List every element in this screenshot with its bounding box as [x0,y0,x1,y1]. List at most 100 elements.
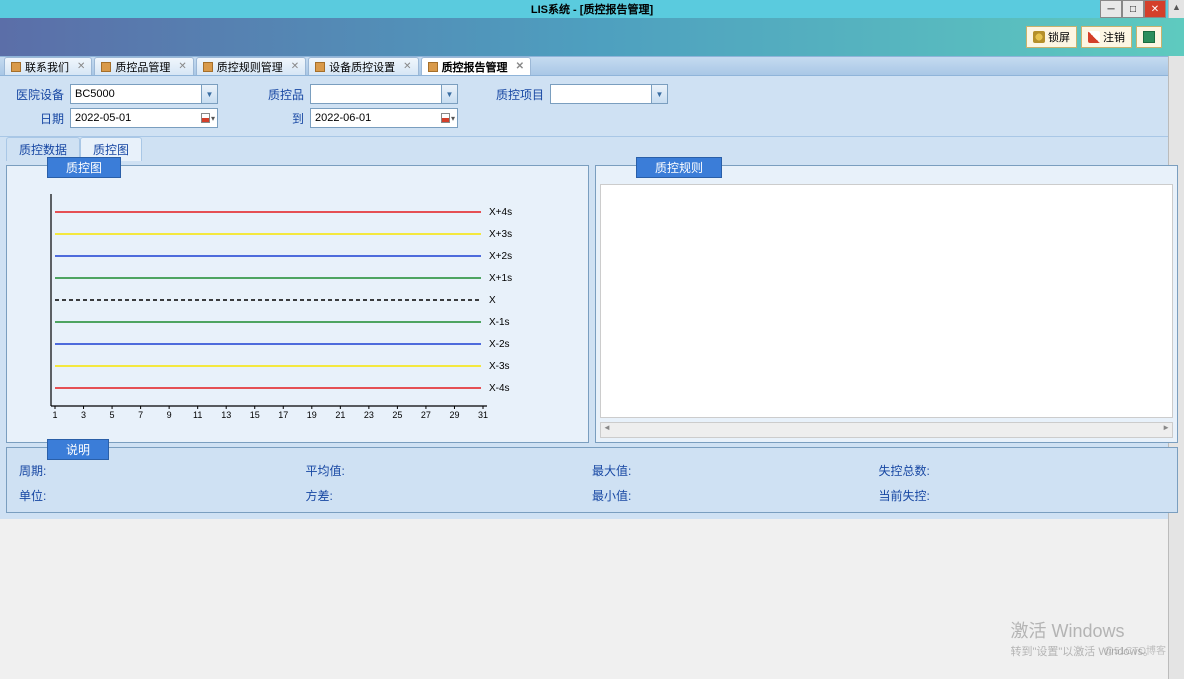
logout-label: 注销 [1103,29,1125,45]
logout-icon [1088,31,1100,43]
close-icon[interactable]: ✕ [178,61,186,72]
svg-text:31: 31 [478,410,488,420]
svg-text:X-3s: X-3s [489,361,510,372]
date-to-value: 2022-06-01 [315,112,371,124]
close-icon[interactable]: ✕ [77,61,85,72]
tab-label: 质控报告管理 [442,59,508,75]
summary-mean: 平均值: [306,462,593,479]
svg-text:21: 21 [335,410,345,420]
device-dropdown[interactable]: BC5000 ▼ [70,84,218,104]
subtabs: 质控数据 质控图 [0,137,1184,161]
svg-text:27: 27 [421,410,431,420]
svg-text:3: 3 [81,410,86,420]
close-button[interactable]: ✕ [1144,0,1166,18]
svg-text:29: 29 [449,410,459,420]
svg-text:13: 13 [221,410,231,420]
close-icon[interactable]: ✕ [291,61,299,72]
svg-text:25: 25 [392,410,402,420]
summary-min: 最小值: [592,487,879,504]
summary-max: 最大值: [592,462,879,479]
doc-icon [11,62,21,72]
chevron-down-icon[interactable]: ▼ [441,85,457,103]
svg-text:11: 11 [193,410,202,420]
calendar-icon[interactable]: ▾ [441,111,455,125]
chart-panel-title: 质控图 [47,157,121,178]
svg-text:1: 1 [52,410,57,420]
svg-text:17: 17 [278,410,288,420]
item-dropdown[interactable]: ▼ [550,84,668,104]
summary-unit: 单位: [19,487,306,504]
svg-text:X+2s: X+2s [489,251,512,262]
svg-text:7: 7 [138,410,143,420]
main-area: 质控图 X+4sX+3sX+2sX+1sXX-1sX-2sX-3sX-4s135… [0,161,1184,447]
doc-icon [315,62,325,72]
svg-text:X+3s: X+3s [489,229,512,240]
summary-panel: 说明 周期: 平均值: 最大值: 失控总数: 单位: 方差: 最小值: 当前失控… [6,447,1178,513]
chevron-down-icon[interactable]: ▼ [201,85,217,103]
device-label: 医院设备 [10,86,64,103]
date-label: 日期 [10,110,64,127]
window-title: LIS系统 - [质控报告管理] [531,1,653,17]
chart-panel: 质控图 X+4sX+3sX+2sX+1sXX-1sX-2sX-3sX-4s135… [6,165,589,443]
svg-text:X: X [489,295,496,306]
rules-list [600,184,1173,418]
svg-text:15: 15 [250,410,260,420]
svg-text:X+1s: X+1s [489,273,512,284]
tool-button[interactable] [1136,26,1162,48]
rules-panel: 质控规则 [595,165,1178,443]
minimize-button[interactable]: ─ [1100,0,1122,18]
logout-button[interactable]: 注销 [1081,26,1132,48]
svg-text:X-4s: X-4s [489,383,510,394]
tab-label: 质控规则管理 [217,59,283,75]
svg-text:X-1s: X-1s [489,317,510,328]
date-to-input[interactable]: 2022-06-01 ▾ [310,108,458,128]
summary-title: 说明 [47,439,109,460]
item-label: 质控项目 [490,86,544,103]
svg-text:9: 9 [167,410,172,420]
corner-credit: @51CTO博客 [1104,642,1166,657]
filter-form: 医院设备 BC5000 ▼ 质控品 ▼ 质控项目 ▼ 日期 2022-05-01… [0,76,1184,137]
doc-icon [428,62,438,72]
tab-qc-report[interactable]: 质控报告管理 ✕ [421,57,531,75]
tab-qc-rule[interactable]: 质控规则管理 ✕ [196,57,306,75]
lock-button[interactable]: 锁屏 [1026,26,1077,48]
tab-device-qc[interactable]: 设备质控设置 ✕ [308,57,418,75]
date-from-input[interactable]: 2022-05-01 ▾ [70,108,218,128]
summary-wrap: 说明 周期: 平均值: 最大值: 失控总数: 单位: 方差: 最小值: 当前失控… [0,447,1184,519]
chevron-down-icon[interactable]: ▼ [651,85,667,103]
maximize-button[interactable]: □ [1122,0,1144,18]
svg-text:19: 19 [307,410,317,420]
summary-fail-total: 失控总数: [879,462,1166,479]
document-tabs: 联系我们 ✕ 质控品管理 ✕ 质控规则管理 ✕ 设备质控设置 ✕ 质控报告管理 … [0,56,1184,76]
close-icon[interactable]: ✕ [403,61,411,72]
calendar-icon[interactable]: ▾ [201,111,215,125]
summary-variance: 方差: [306,487,593,504]
ribbon-toolbar: 锁屏 注销 [0,18,1184,56]
doc-icon [101,62,111,72]
tab-label: 联系我们 [25,59,69,75]
window-controls: ─ □ ✕ [1100,0,1166,18]
date-from-value: 2022-05-01 [75,112,131,124]
titlebar: LIS系统 - [质控报告管理] ─ □ ✕ [0,0,1184,18]
doc-icon [203,62,213,72]
watermark-line1: 激活 Windows [1011,621,1125,641]
close-icon[interactable]: ✕ [516,61,524,72]
tab-label: 质控品管理 [115,59,170,75]
to-label: 到 [250,110,304,127]
qc-dropdown[interactable]: ▼ [310,84,458,104]
summary-period: 周期: [19,462,306,479]
tab-qc-product[interactable]: 质控品管理 ✕ [94,57,193,75]
tab-contact[interactable]: 联系我们 ✕ [4,57,92,75]
svg-text:5: 5 [110,410,115,420]
summary-fail-current: 当前失控: [879,487,1166,504]
lock-label: 锁屏 [1048,29,1070,45]
qc-chart: X+4sX+3sX+2sX+1sXX-1sX-2sX-3sX-4s1357911… [17,186,517,426]
svg-text:X+4s: X+4s [489,207,512,218]
svg-text:X-2s: X-2s [489,339,510,350]
tab-label: 设备质控设置 [329,59,395,75]
horizontal-scrollbar[interactable] [600,422,1173,438]
rules-panel-title: 质控规则 [636,157,722,178]
lock-icon [1033,31,1045,43]
svg-text:23: 23 [364,410,374,420]
device-value: BC5000 [75,88,115,100]
